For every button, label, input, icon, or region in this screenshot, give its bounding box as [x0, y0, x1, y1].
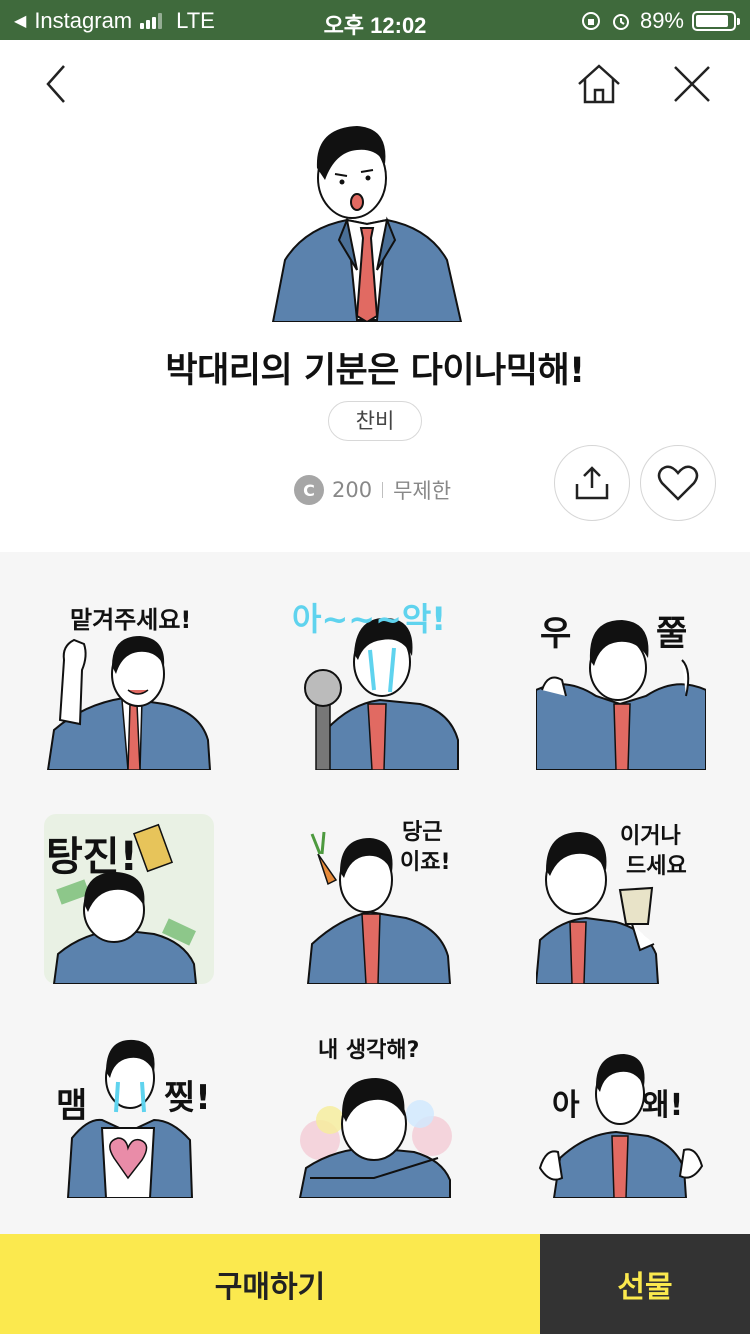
sticker-caption-line1: 이거나 — [620, 824, 681, 849]
sticker-caption-line2: 드세요 — [626, 854, 687, 879]
author-chip[interactable]: 찬비 — [328, 401, 422, 441]
price-value: 200 — [332, 478, 373, 502]
heart-icon — [657, 465, 699, 501]
price-divider — [382, 482, 384, 498]
sticker-caption-line1: 당근 — [402, 820, 443, 845]
sticker-caption: 내 생각해? — [318, 1038, 420, 1063]
sticker-6[interactable]: 이거나 드세요 — [534, 814, 706, 985]
share-button[interactable] — [554, 445, 630, 521]
battery-percent: 89% — [639, 8, 684, 33]
sticker-9[interactable]: 아 왜! — [536, 1028, 706, 1199]
sticker-caption: 아~~~악! — [292, 600, 446, 638]
sticker-caption-line2: 이죠! — [400, 850, 451, 875]
battery-icon — [692, 11, 740, 31]
sticker-2[interactable]: 아~~~악! — [290, 600, 460, 771]
sticker-caption: 맡겨주세요! — [70, 606, 192, 634]
sticker-caption-right: 쭐 — [656, 614, 688, 654]
character-illustration — [271, 126, 463, 322]
close-icon — [674, 66, 710, 102]
sticker-5[interactable]: 당근 이죠! — [290, 814, 460, 985]
status-right: 89% — [580, 8, 740, 34]
sticker-caption-left: 아 — [552, 1088, 580, 1123]
pack-title: 박대리의 기분은 다이나믹해! — [165, 351, 585, 391]
orientation-lock-icon — [581, 12, 600, 30]
home-icon — [578, 64, 620, 104]
duration-label: 무제한 — [393, 479, 452, 503]
sticker-caption-left: 맴 — [56, 1086, 88, 1126]
sticker-8[interactable]: 내 생각해? — [290, 1028, 460, 1199]
chevron-left-icon — [46, 65, 65, 103]
coin-icon: C — [294, 475, 324, 505]
sticker-caption-right: 왜! — [642, 1088, 684, 1123]
sticker-caption: 탕진! — [46, 834, 138, 880]
sticker-4[interactable]: 탕진! — [44, 814, 214, 985]
close-button[interactable] — [662, 54, 722, 114]
sticker-7[interactable]: 맴 찢! — [44, 1028, 214, 1199]
sticker-1[interactable]: 맡겨주세요! — [44, 600, 214, 771]
sticker-caption-right: 찢! — [164, 1078, 211, 1118]
sticker-detail-sheet: 박대리의 기분은 다이나믹해! 찬비 C 200 무제한 맡겨주세요! 아~~~… — [0, 40, 750, 1334]
home-button[interactable] — [569, 54, 629, 114]
sticker-3[interactable]: 우 쭐 — [535, 600, 707, 771]
back-button[interactable] — [26, 54, 86, 114]
gift-button[interactable]: 선물 — [540, 1234, 750, 1334]
status-bar: ◀ Instagram LTE 오후 12:02 89% — [0, 0, 750, 40]
like-button[interactable] — [640, 445, 716, 521]
price-info: C 200 무제한 — [294, 475, 451, 505]
alarm-icon — [612, 14, 629, 30]
share-icon — [575, 466, 609, 500]
sticker-caption-left: 우 — [540, 614, 572, 654]
sticker-grid: 맡겨주세요! 아~~~악! 우 쭐 탕진! 당근 이죠! 이거나 드세요 맴 찢… — [0, 552, 750, 1234]
buy-button[interactable]: 구매하기 — [0, 1234, 540, 1334]
